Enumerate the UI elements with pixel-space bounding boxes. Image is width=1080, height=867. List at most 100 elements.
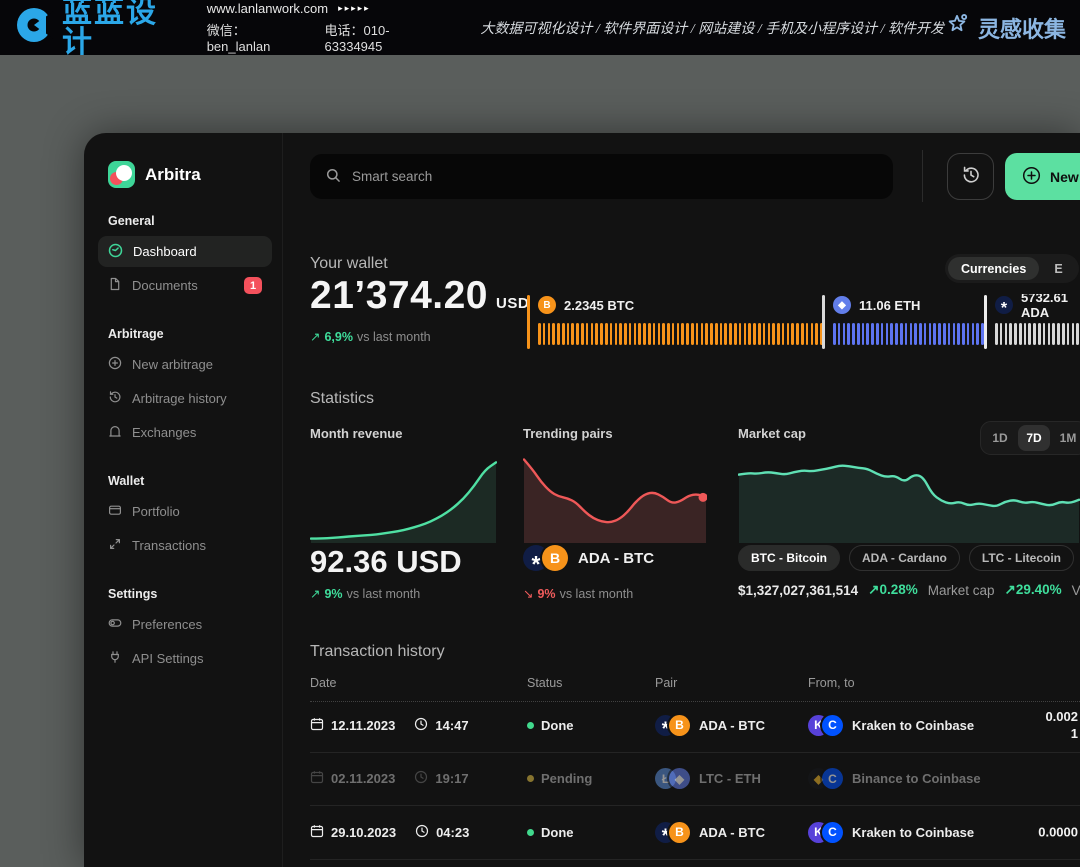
holding-bars <box>538 323 822 345</box>
cell-date: 12.11.202314:47 <box>310 717 527 734</box>
transaction-table: 12.11.202314:47Done*BADA - BTCKCKraken t… <box>310 699 1080 860</box>
toggle-e[interactable]: E <box>1041 257 1075 280</box>
eth-coin-icon: ◆ <box>833 296 851 314</box>
trend-up-icon: ↗ <box>1005 582 1016 597</box>
column-header-status: Status <box>527 676 655 690</box>
ada-coin-icon: * <box>995 296 1013 314</box>
range-selector: 1D7D1M <box>980 421 1080 455</box>
banner-contact: www.lanlanwork.com ▸▸▸▸▸ 微信：ben_lanlan 电… <box>207 1 447 54</box>
range-1m[interactable]: 1M <box>1052 425 1080 451</box>
trend-up-icon: ↗ <box>868 582 879 597</box>
wallet-holdings: B2.2345 BTC◆11.06 ETH*5732.61 ADA <box>527 294 1080 352</box>
cell-pair: Ł◆LTC - ETH <box>655 768 808 789</box>
month-revenue-value: 92.36 USD <box>310 544 462 580</box>
clock-icon <box>415 824 429 841</box>
range-1d[interactable]: 1D <box>984 425 1016 451</box>
arbitra-brand: Arbitra <box>108 161 262 188</box>
toggle-currencies[interactable]: Currencies <box>948 257 1039 280</box>
coinbase-coin-icon: C <box>822 822 843 843</box>
market-cap-chart <box>738 451 1080 543</box>
sidebar-item-portfolio[interactable]: Portfolio <box>98 496 272 527</box>
sidebar-item-preferences[interactable]: Preferences <box>98 609 272 640</box>
trend-up-icon: ↗ <box>310 329 320 344</box>
month-revenue-change: ↗9% vs last month <box>310 586 420 601</box>
cell-route: ◆CBinance to Coinbase <box>808 768 1080 789</box>
calendar-icon <box>310 717 324 734</box>
cell-date: 29.10.202304:23 <box>310 824 527 841</box>
main-content: Smart search New a Your wallet <box>283 133 1080 867</box>
star-icon <box>944 12 970 44</box>
holding-bars <box>833 323 984 345</box>
sidebar: Arbitra General DashboardDocuments1 Arbitr… <box>84 133 283 867</box>
toggle-icon <box>108 616 122 633</box>
plus-circle-icon <box>1022 166 1041 188</box>
sidebar-section-wallet: Wallet <box>108 474 262 488</box>
wallet-icon <box>108 503 122 520</box>
banner-wechat: 微信：ben_lanlan <box>207 20 309 54</box>
plus-circle-icon <box>108 356 122 373</box>
arrows-icon <box>108 537 122 554</box>
banner-phone: 电话：010-63334945 <box>325 20 447 54</box>
cell-pair: *BADA - BTC <box>655 715 808 736</box>
notification-badge: 1 <box>244 277 262 294</box>
lanlan-brand: 蓝蓝设计 <box>14 0 189 58</box>
inspiration-collect[interactable]: 灵感收集 <box>944 12 1066 44</box>
clock-icon <box>414 717 428 734</box>
sidebar-section-arbitrage: Arbitrage <box>108 327 262 341</box>
history-icon <box>108 390 122 407</box>
table-row[interactable]: 12.11.202314:47Done*BADA - BTCKCKraken t… <box>310 699 1080 753</box>
calendar-icon <box>310 824 324 841</box>
range-7d[interactable]: 7D <box>1018 425 1050 451</box>
trending-pairs-chart <box>523 451 707 543</box>
trending-pairs-label: Trending pairs <box>523 426 613 441</box>
btc-coin-icon: B <box>669 715 690 736</box>
coinbase-coin-icon: C <box>822 768 843 789</box>
trend-up-icon: ↗ <box>310 586 320 601</box>
sidebar-item-api-settings[interactable]: API Settings <box>98 643 272 674</box>
exchange-icon <box>108 424 122 441</box>
trend-down-icon: ↘ <box>523 586 533 601</box>
cell-route: KCKraken to Coinbase <box>808 715 1080 736</box>
top-banner: 蓝蓝设计 www.lanlanwork.com ▸▸▸▸▸ 微信：ben_lan… <box>0 0 1080 55</box>
sidebar-item-transactions[interactable]: Transactions <box>98 530 272 561</box>
column-header-date: Date <box>310 676 527 690</box>
sidebar-item-new-arbitrage[interactable]: New arbitrage <box>98 349 272 380</box>
arbitra-app-name: Arbitra <box>145 165 201 185</box>
cell-date: 02.11.202319:17 <box>310 770 527 787</box>
sidebar-item-arbitrage-history[interactable]: Arbitrage history <box>98 383 272 414</box>
sidebar-item-dashboard[interactable]: Dashboard <box>98 236 272 267</box>
banner-url[interactable]: www.lanlanwork.com <box>207 1 328 16</box>
pill-ada-cardano[interactable]: ADA - Cardano <box>849 545 960 571</box>
btc-coin-icon: B <box>542 545 568 571</box>
banner-services: 大数据可视化设计 / 软件界面设计 / 网站建设 / 手机及小程序设计 / 软件… <box>480 18 944 38</box>
dashboard-window: Arbitra General DashboardDocuments1 Arbitr… <box>84 133 1080 867</box>
search-input[interactable]: Smart search <box>310 154 893 199</box>
pill-ltc-litecoin[interactable]: LTC - Litecoin <box>969 545 1074 571</box>
holding-5732-61-ada: *5732.61 ADA <box>984 294 1080 352</box>
lanlan-logo-icon <box>14 5 54 50</box>
holding-11-06-eth: ◆11.06 ETH <box>822 294 984 352</box>
clock-icon <box>414 770 428 787</box>
table-row[interactable]: 02.11.202319:17PendingŁ◆LTC - ETH◆CBinan… <box>310 753 1080 807</box>
wallet-balance: 21’374.20USD <box>310 274 529 318</box>
cell-pair: *BADA - BTC <box>655 822 808 843</box>
search-icon <box>326 168 341 186</box>
market-cap-pills: BTC - Bitcoin ADA - Cardano LTC - Litecoin… <box>738 545 1080 571</box>
sidebar-section-general: General <box>108 214 262 228</box>
status-dot <box>527 775 534 782</box>
wallet-title: Your wallet <box>310 255 388 273</box>
history-button[interactable] <box>947 153 994 200</box>
trending-pair: *B ADA - BTC <box>523 545 654 571</box>
arrows-icon: ▸▸▸▸▸ <box>338 3 371 14</box>
status-dot <box>527 829 534 836</box>
pill-btc-bitcoin[interactable]: BTC - Bitcoin <box>738 545 840 571</box>
cell-amount: 0.0000 <box>1038 824 1078 841</box>
new-arbitrage-button[interactable]: New a <box>1005 153 1080 200</box>
coinbase-coin-icon: C <box>822 715 843 736</box>
statistics-title: Statistics <box>310 390 374 408</box>
sidebar-item-documents[interactable]: Documents1 <box>98 270 272 301</box>
btc-coin-icon: B <box>669 822 690 843</box>
table-row[interactable]: 29.10.202304:23Done*BADA - BTCKCKraken t… <box>310 806 1080 860</box>
plug-icon <box>108 650 122 667</box>
sidebar-item-exchanges[interactable]: Exchanges <box>98 417 272 448</box>
